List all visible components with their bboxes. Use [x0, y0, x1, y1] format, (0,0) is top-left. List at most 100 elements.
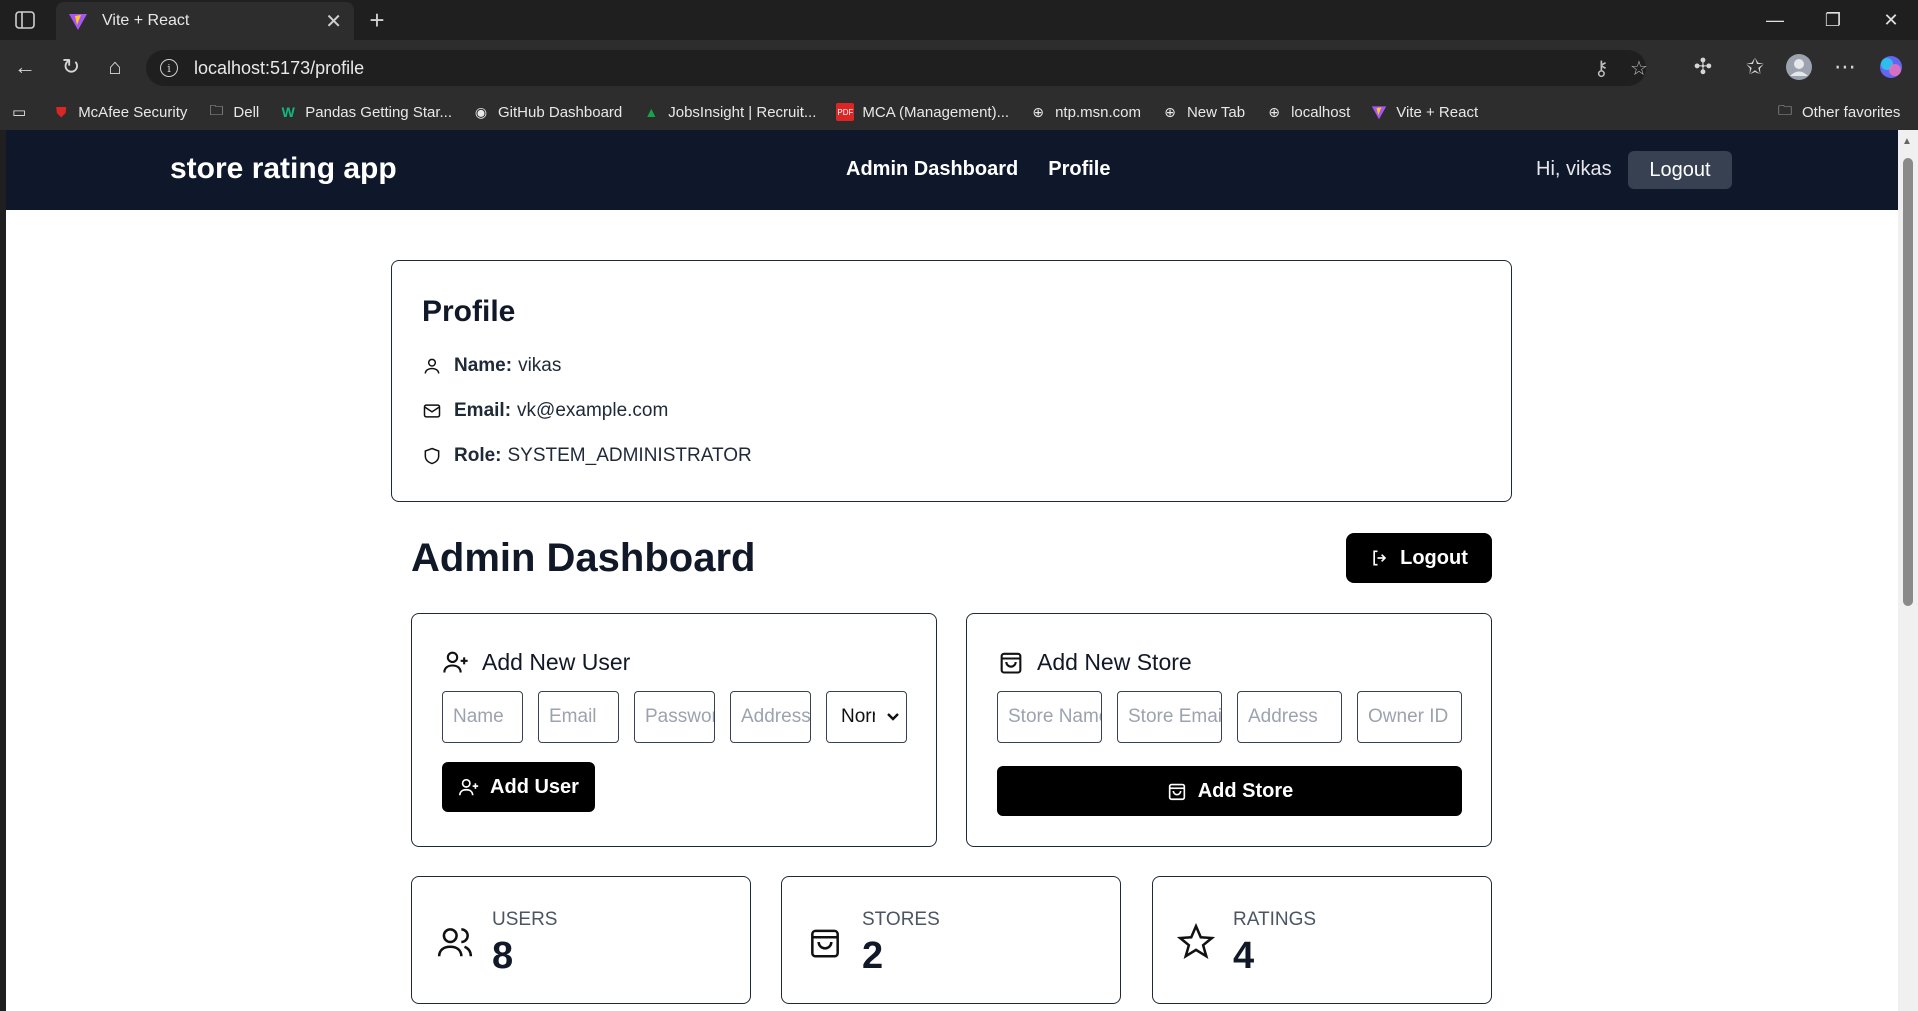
user-name-input[interactable]: Name: [442, 691, 523, 743]
store-owner-id-input[interactable]: Owner ID: [1357, 691, 1462, 743]
globe-icon: ⊕: [1268, 103, 1280, 120]
bookmark-item[interactable]: ⊕ ntp.msn.com: [1029, 103, 1141, 121]
bookmarks-bar: ▭ ⛊ McAfee Security 🗀 Dell W Pandas Getting…: [0, 94, 1918, 130]
profile-card: Profile Name: vikas Email: vk@example.co…: [391, 260, 1512, 502]
jobs-icon: ▲: [644, 104, 659, 120]
browser-tab-active[interactable]: Vite + React ✕: [56, 2, 354, 40]
bookmark-item[interactable]: ⊕ New Tab: [1161, 103, 1245, 121]
bookmark-item[interactable]: ▲ JobsInsight | Recruit...: [642, 103, 816, 121]
favorites-icon[interactable]: ✩: [1738, 50, 1772, 84]
name-label: Name:: [454, 355, 513, 376]
nav-admin-dashboard[interactable]: Admin Dashboard: [846, 158, 1018, 181]
main-nav: Admin Dashboard Profile: [846, 158, 1111, 181]
tab-title: Vite + React: [102, 12, 190, 29]
mail-icon: [423, 404, 441, 418]
user-address-input[interactable]: Address: [730, 691, 811, 743]
key-icon[interactable]: ⚷: [1594, 56, 1609, 81]
window-close-icon[interactable]: ✕: [1864, 0, 1918, 40]
vite-icon: [1370, 103, 1388, 121]
bookmark-item[interactable]: 🗀 Dell: [207, 102, 259, 121]
profile-avatar-icon[interactable]: [1782, 50, 1816, 84]
user-icon: [424, 358, 440, 374]
w-icon: W: [281, 104, 295, 120]
globe-icon: ⊕: [1164, 103, 1176, 120]
shopping-bag-icon: [1168, 783, 1185, 801]
other-favorites[interactable]: 🗀 Other favorites: [1776, 102, 1900, 121]
email-label: Email:: [454, 400, 512, 421]
bookmark-item[interactable]: ⊕ localhost: [1265, 103, 1350, 121]
profile-name-row: Name: vikas: [422, 355, 561, 377]
tab-actions-icon[interactable]: [12, 8, 38, 32]
profile-role-row: Role: SYSTEM_ADMINISTRATOR: [422, 445, 752, 467]
stat-label: USERS: [492, 909, 558, 930]
minimize-icon[interactable]: —: [1748, 0, 1802, 40]
reload-icon[interactable]: ↻: [54, 50, 88, 84]
bookmark-item[interactable]: ◉ GitHub Dashboard: [472, 103, 622, 121]
restore-icon[interactable]: ❐: [1806, 0, 1860, 40]
users-icon: [437, 928, 473, 957]
dashboard-logout-button[interactable]: Logout: [1346, 533, 1492, 583]
mcafee-icon: ⛊: [55, 103, 67, 120]
vite-icon: [69, 14, 87, 30]
app-header: store rating app Admin Dashboard Profile…: [6, 130, 1898, 210]
copilot-icon[interactable]: [1874, 50, 1908, 84]
address-url[interactable]: localhost:5173/profile: [194, 58, 364, 79]
nav-profile[interactable]: Profile: [1048, 158, 1110, 181]
add-user-button[interactable]: Add User: [442, 762, 595, 812]
shopping-bag-icon: [811, 929, 839, 958]
chevron-down-icon: [887, 713, 899, 721]
store-name-input[interactable]: Store Name: [997, 691, 1102, 743]
bookmark-item[interactable]: Vite + React: [1370, 103, 1478, 121]
add-store-button[interactable]: Add Store: [997, 766, 1462, 816]
new-tab-icon[interactable]: +: [364, 5, 390, 35]
user-greeting: Hi, vikas: [1536, 158, 1612, 180]
add-user-title: Add New User: [442, 648, 630, 676]
add-store-card: Add New Store Store Name Store Email Add…: [966, 613, 1492, 847]
home-icon[interactable]: ⌂: [98, 50, 132, 84]
bookmarks-toggle-icon[interactable]: ▭: [12, 103, 26, 121]
user-plus-icon: [443, 651, 468, 673]
header-logout-button[interactable]: Logout: [1628, 151, 1732, 189]
bookmark-item[interactable]: PDF MCA (Management)...: [836, 103, 1009, 121]
user-plus-icon: [459, 778, 479, 796]
more-options-icon[interactable]: ⋯: [1828, 50, 1862, 84]
user-password-input[interactable]: Password: [634, 691, 715, 743]
logout-icon: [1373, 550, 1387, 566]
stat-value: 2: [862, 935, 884, 977]
page-scrollbar[interactable]: ▲: [1898, 130, 1918, 1011]
dashboard-title: Admin Dashboard: [411, 536, 756, 580]
stat-label: RATINGS: [1233, 909, 1317, 930]
add-store-title: Add New Store: [997, 648, 1192, 676]
user-email-input[interactable]: Email: [538, 691, 619, 743]
user-role-select[interactable]: Normal: [826, 691, 907, 743]
back-icon[interactable]: ←: [8, 50, 42, 84]
globe-icon: ⊕: [1032, 103, 1044, 120]
store-email-input[interactable]: Store Email: [1117, 691, 1222, 743]
pdf-icon: PDF: [836, 103, 855, 121]
email-value: vk@example.com: [517, 400, 669, 421]
site-info-icon[interactable]: i: [160, 59, 178, 77]
role-label: Role:: [454, 445, 502, 466]
favorite-star-icon[interactable]: ☆: [1630, 56, 1648, 81]
profile-title: Profile: [422, 295, 516, 328]
star-icon: [1177, 923, 1215, 960]
github-icon: ◉: [474, 103, 488, 120]
app-brand[interactable]: store rating app: [170, 152, 397, 186]
folder-icon: 🗀: [1778, 102, 1792, 118]
add-user-card: Add New User Name Email Password Address…: [411, 613, 937, 847]
shopping-bag-icon: [1000, 652, 1022, 674]
name-value: vikas: [518, 355, 562, 376]
page-viewport: store rating app Admin Dashboard Profile…: [6, 130, 1898, 1011]
extensions-icon[interactable]: ✣: [1686, 50, 1720, 84]
store-address-input[interactable]: Address: [1237, 691, 1342, 743]
scroll-up-icon[interactable]: ▲: [1902, 136, 1912, 147]
address-bar[interactable]: i localhost:5173/profile ⚷ ☆: [146, 50, 1648, 86]
profile-email-row: Email: vk@example.com: [422, 400, 668, 422]
scrollbar-thumb[interactable]: [1903, 158, 1913, 606]
bookmark-item[interactable]: W Pandas Getting Star...: [279, 103, 452, 121]
bookmark-item[interactable]: ⛊ McAfee Security: [52, 103, 187, 121]
stat-card-stores: STORES 2: [781, 876, 1121, 1004]
tab-close-icon[interactable]: ✕: [325, 9, 342, 34]
stat-label: STORES: [862, 909, 940, 930]
dashboard-logout-label: Logout: [1400, 546, 1468, 569]
